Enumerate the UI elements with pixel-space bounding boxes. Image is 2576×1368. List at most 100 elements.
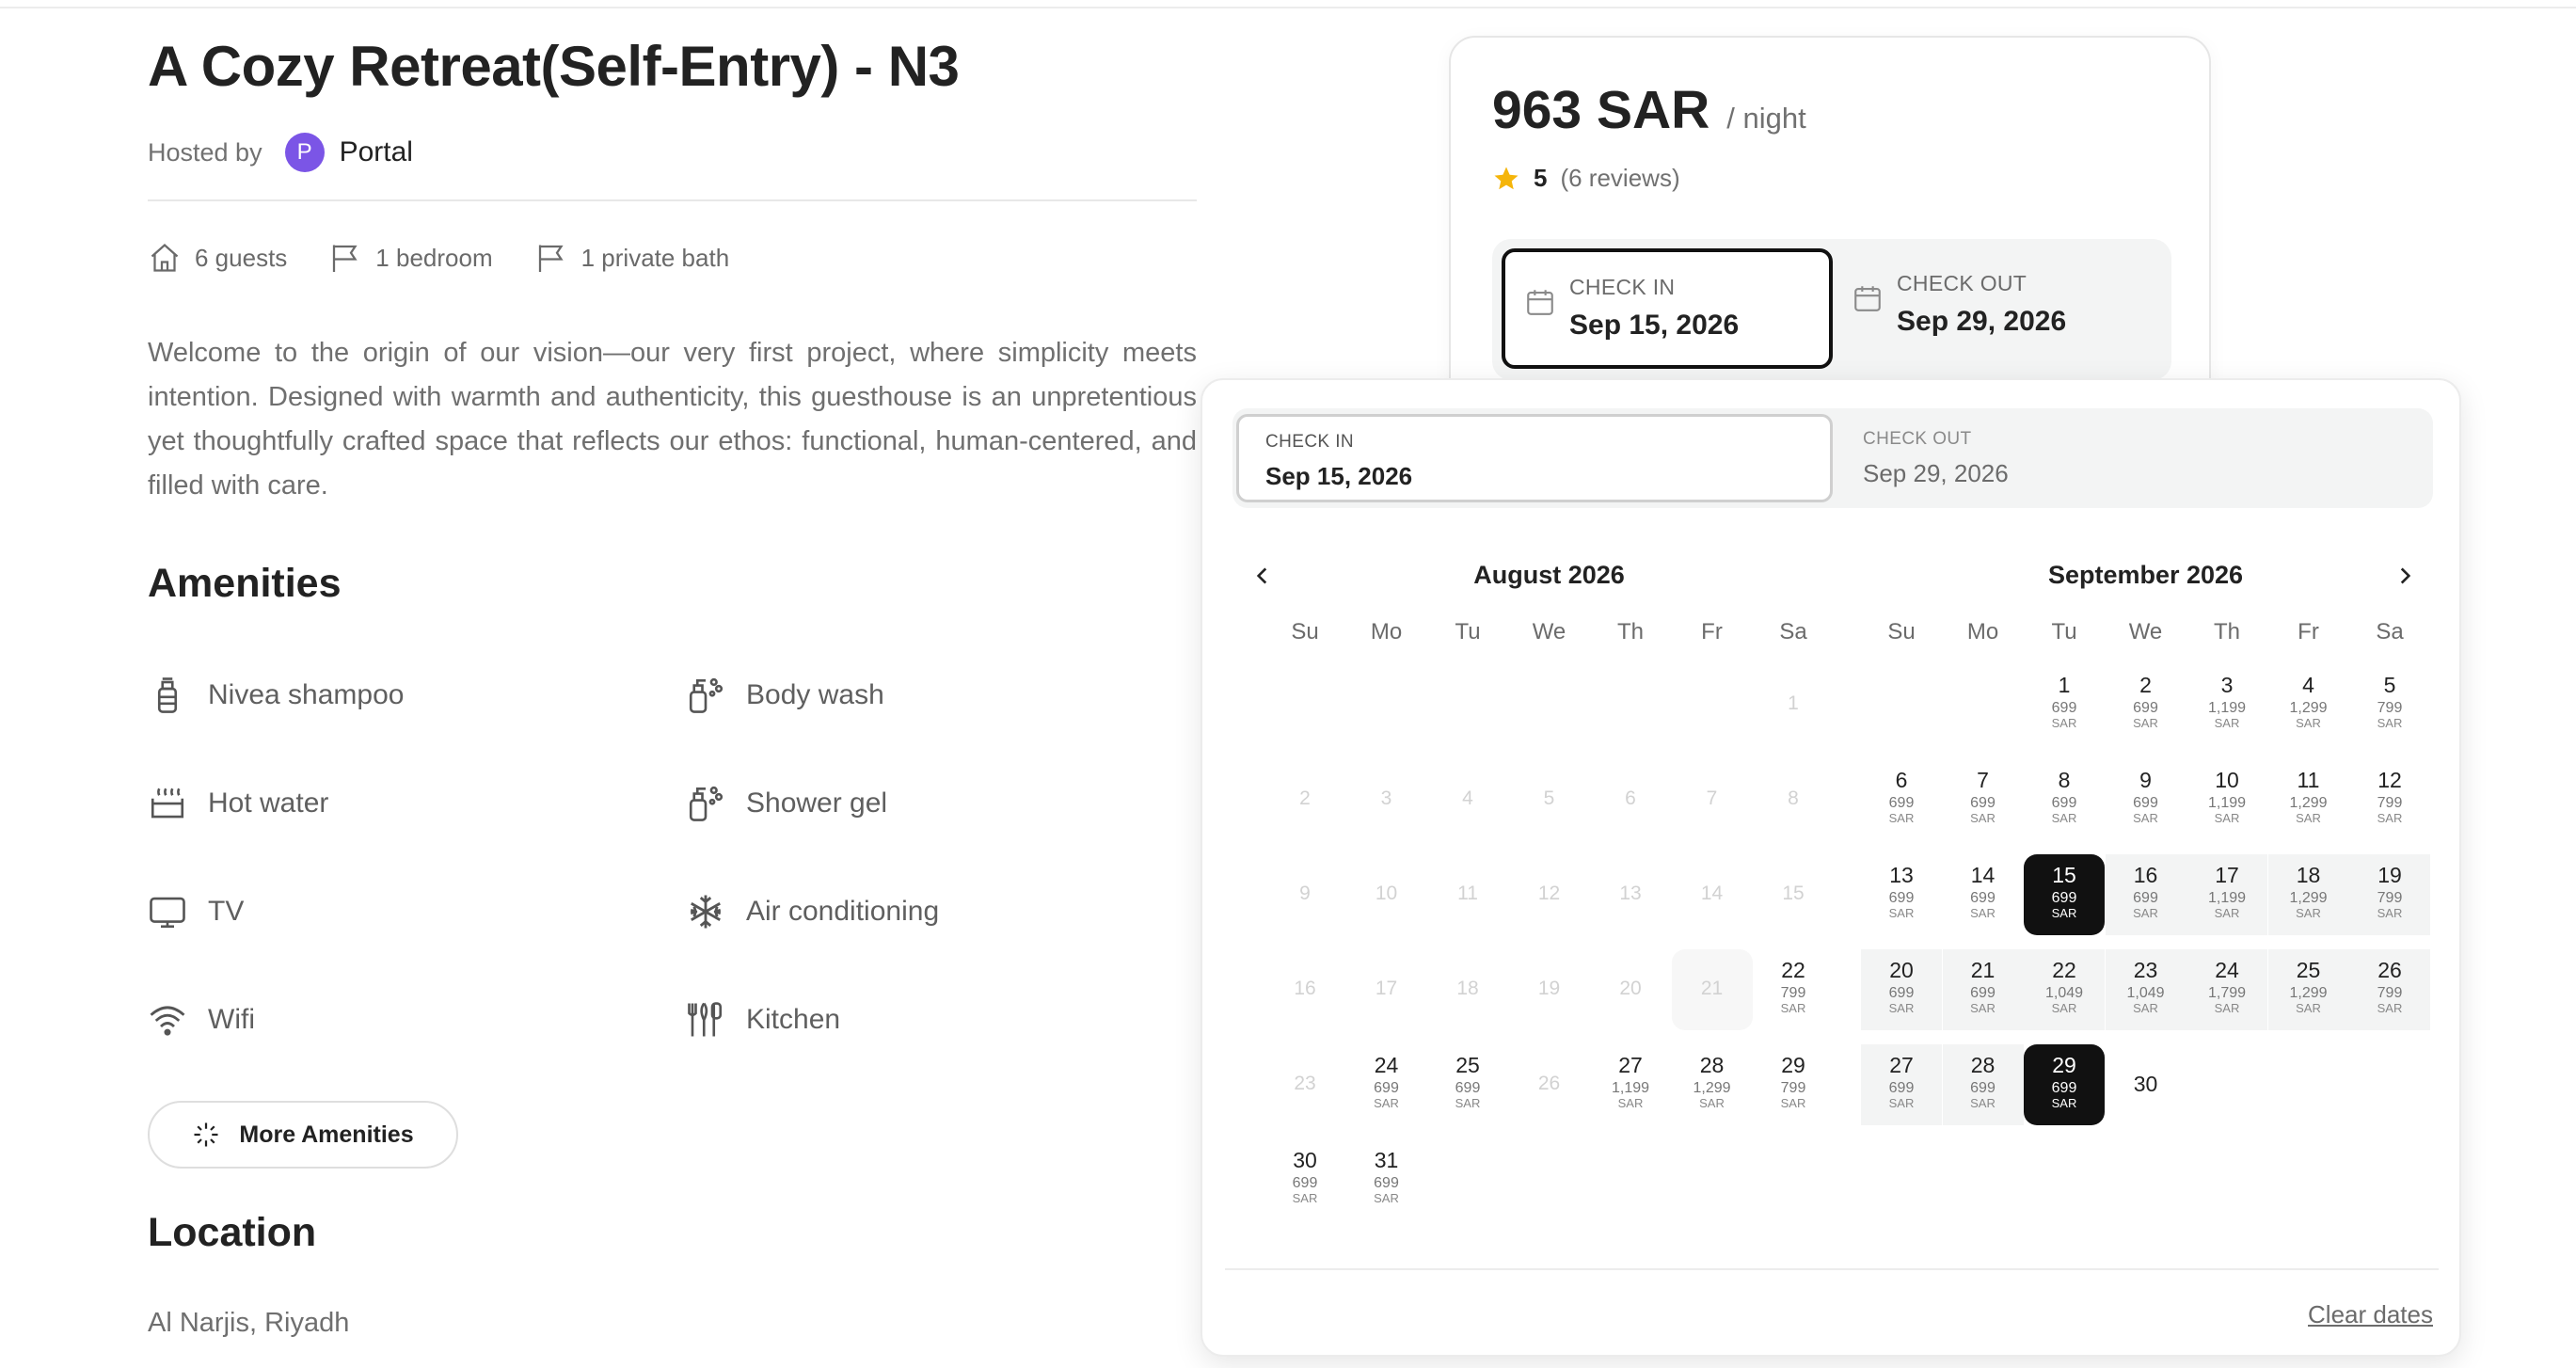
- day-number: 13: [1619, 883, 1642, 904]
- calendar-day[interactable]: 14 699 SAR: [1943, 854, 2024, 935]
- soap-dispenser-icon: [689, 786, 724, 821]
- calendar-day[interactable]: 25 699 SAR: [1427, 1044, 1508, 1125]
- day-number: 1: [2058, 673, 2071, 697]
- reviews-count[interactable]: (6 reviews): [1560, 164, 1679, 193]
- calendar-day[interactable]: 28 1,299 SAR: [1672, 1044, 1753, 1125]
- day-number: 18: [2296, 863, 2321, 887]
- day-price: 699: [2133, 795, 2158, 811]
- weekday-label: Th: [2213, 619, 2240, 644]
- day-currency: SAR: [2133, 906, 2158, 920]
- day-currency: SAR: [1374, 1191, 1399, 1205]
- check-in-field[interactable]: CHECK IN Sep 15, 2026: [1502, 248, 1833, 369]
- day-price: 699: [1888, 795, 1915, 811]
- calendar-day[interactable]: 4 1,299 SAR: [2268, 664, 2349, 745]
- day-currency: SAR: [2133, 1001, 2158, 1015]
- host-name[interactable]: Portal: [340, 136, 413, 168]
- day-currency: SAR: [2377, 811, 2403, 825]
- calendar-day[interactable]: 29 699 SAR: [2024, 1044, 2105, 1125]
- day-price: 1,799: [2207, 985, 2247, 1001]
- weekday-label: Su: [1887, 619, 1916, 644]
- clear-dates-link[interactable]: Clear dates: [2308, 1300, 2433, 1329]
- day-price: 699: [1888, 1080, 1915, 1096]
- snowflake-icon: [690, 895, 722, 929]
- stat-guests: 6 guests: [148, 241, 287, 275]
- kitchen-utensils-icon: [688, 1002, 723, 1037]
- stat-label: 1 private bath: [580, 243, 730, 272]
- calendar-day: 17: [1346, 949, 1427, 1030]
- day-currency: SAR: [2296, 716, 2321, 730]
- day-number: 9: [2139, 768, 2152, 792]
- calendar-day[interactable]: 16 699 SAR: [2105, 854, 2186, 935]
- calendar-day[interactable]: 17 1,199 SAR: [2186, 854, 2267, 935]
- calendar-day[interactable]: 8 699 SAR: [2024, 759, 2105, 840]
- calendar-day[interactable]: 15 699 SAR: [2024, 854, 2105, 935]
- day-number: 28: [1699, 1053, 1725, 1077]
- calendar-day[interactable]: 20 699 SAR: [1861, 949, 1942, 1030]
- picker-check-out-value: Sep 29, 2026: [1863, 459, 2009, 487]
- calendar-day[interactable]: 9 699 SAR: [2106, 759, 2186, 840]
- calendar-day[interactable]: 28 699 SAR: [1942, 1044, 2024, 1125]
- calendar-day[interactable]: 18 1,299 SAR: [2267, 854, 2349, 935]
- day-price: 699: [2051, 890, 2077, 906]
- calendar-day[interactable]: 30: [2106, 1044, 2186, 1125]
- day-number: 3: [2220, 673, 2234, 697]
- day-number: 9: [1299, 883, 1311, 904]
- calendar-day[interactable]: 25 1,299 SAR: [2267, 949, 2349, 1030]
- calendar-day[interactable]: 6 699 SAR: [1861, 759, 1942, 840]
- calendar-day[interactable]: 7 699 SAR: [1943, 759, 2024, 840]
- top-divider: [0, 7, 2576, 8]
- home-icon: [151, 243, 179, 272]
- calendar-day[interactable]: 27 1,199 SAR: [1590, 1044, 1671, 1125]
- day-currency: SAR: [1888, 906, 1915, 920]
- day-number: 8: [2058, 768, 2071, 792]
- calendar-day[interactable]: 5 799 SAR: [2349, 664, 2430, 745]
- calendar-day[interactable]: 2 699 SAR: [2106, 664, 2186, 745]
- location-heading: Location: [148, 1210, 317, 1255]
- calendar-day[interactable]: 23 1,049 SAR: [2105, 949, 2186, 1030]
- day-number: 15: [1782, 883, 1805, 904]
- weekday-label: Fr: [1701, 619, 1723, 644]
- flag-icon: [333, 245, 358, 272]
- soap-dispenser-icon: [689, 677, 724, 713]
- calendar-day[interactable]: 29 799 SAR: [1753, 1044, 1834, 1125]
- more-amenities-button[interactable]: More Amenities: [148, 1101, 458, 1169]
- host-row: Hosted by P Portal: [148, 132, 413, 173]
- calendar-day[interactable]: 22 799 SAR: [1753, 949, 1834, 1030]
- host-avatar[interactable]: P: [284, 133, 325, 172]
- calendar-day[interactable]: 26 799 SAR: [2349, 949, 2430, 1030]
- price-per-night: / night: [1726, 102, 1806, 135]
- day-currency: SAR: [1699, 1096, 1725, 1110]
- calendar-day[interactable]: 24 1,799 SAR: [2186, 949, 2267, 1030]
- calendar-day[interactable]: 24 699 SAR: [1346, 1044, 1427, 1125]
- day-price: 699: [2133, 890, 2158, 906]
- day-number: 24: [1374, 1053, 1399, 1077]
- calendar-day[interactable]: 27 699 SAR: [1861, 1044, 1942, 1125]
- calendar-day[interactable]: 19 799 SAR: [2349, 854, 2430, 935]
- picker-check-in-field[interactable]: CHECK IN Sep 15, 2026: [1236, 414, 1833, 502]
- day-number: 16: [1294, 978, 1316, 999]
- calendar-day[interactable]: 1 699 SAR: [2024, 664, 2105, 745]
- check-out-field[interactable]: CHECK OUT Sep 29, 2026: [1833, 248, 2162, 369]
- amenity-label: TV: [208, 896, 245, 927]
- day-price: 699: [1970, 890, 1996, 906]
- tv-icon: [150, 897, 185, 929]
- calendar-day[interactable]: 10 1,199 SAR: [2186, 759, 2267, 840]
- calendar-day[interactable]: 11 1,299 SAR: [2268, 759, 2349, 840]
- picker-check-out-field[interactable]: CHECK OUT Sep 29, 2026: [1837, 414, 2429, 502]
- calendar-day: 16: [1264, 949, 1345, 1030]
- day-currency: SAR: [2377, 906, 2403, 920]
- calendar-day[interactable]: 22 1,049 SAR: [2024, 949, 2105, 1030]
- rating-value: 5: [1534, 164, 1548, 192]
- calendar-day[interactable]: 31 699 SAR: [1346, 1139, 1427, 1220]
- day-number: 7: [1977, 768, 1989, 792]
- calendar-day[interactable]: 30 699 SAR: [1264, 1139, 1345, 1220]
- calendar-day[interactable]: 21 699 SAR: [1942, 949, 2024, 1030]
- day-number: 27: [1889, 1053, 1914, 1077]
- calendar-day[interactable]: 13 699 SAR: [1861, 854, 1942, 935]
- day-currency: SAR: [2214, 1001, 2240, 1015]
- calendar-day: 14: [1672, 854, 1753, 935]
- calendar-day[interactable]: 12 799 SAR: [2349, 759, 2430, 840]
- weekday-label: Mo: [1966, 619, 1999, 644]
- calendar-day[interactable]: 3 1,199 SAR: [2186, 664, 2267, 745]
- day-number: 29: [1781, 1053, 1805, 1077]
